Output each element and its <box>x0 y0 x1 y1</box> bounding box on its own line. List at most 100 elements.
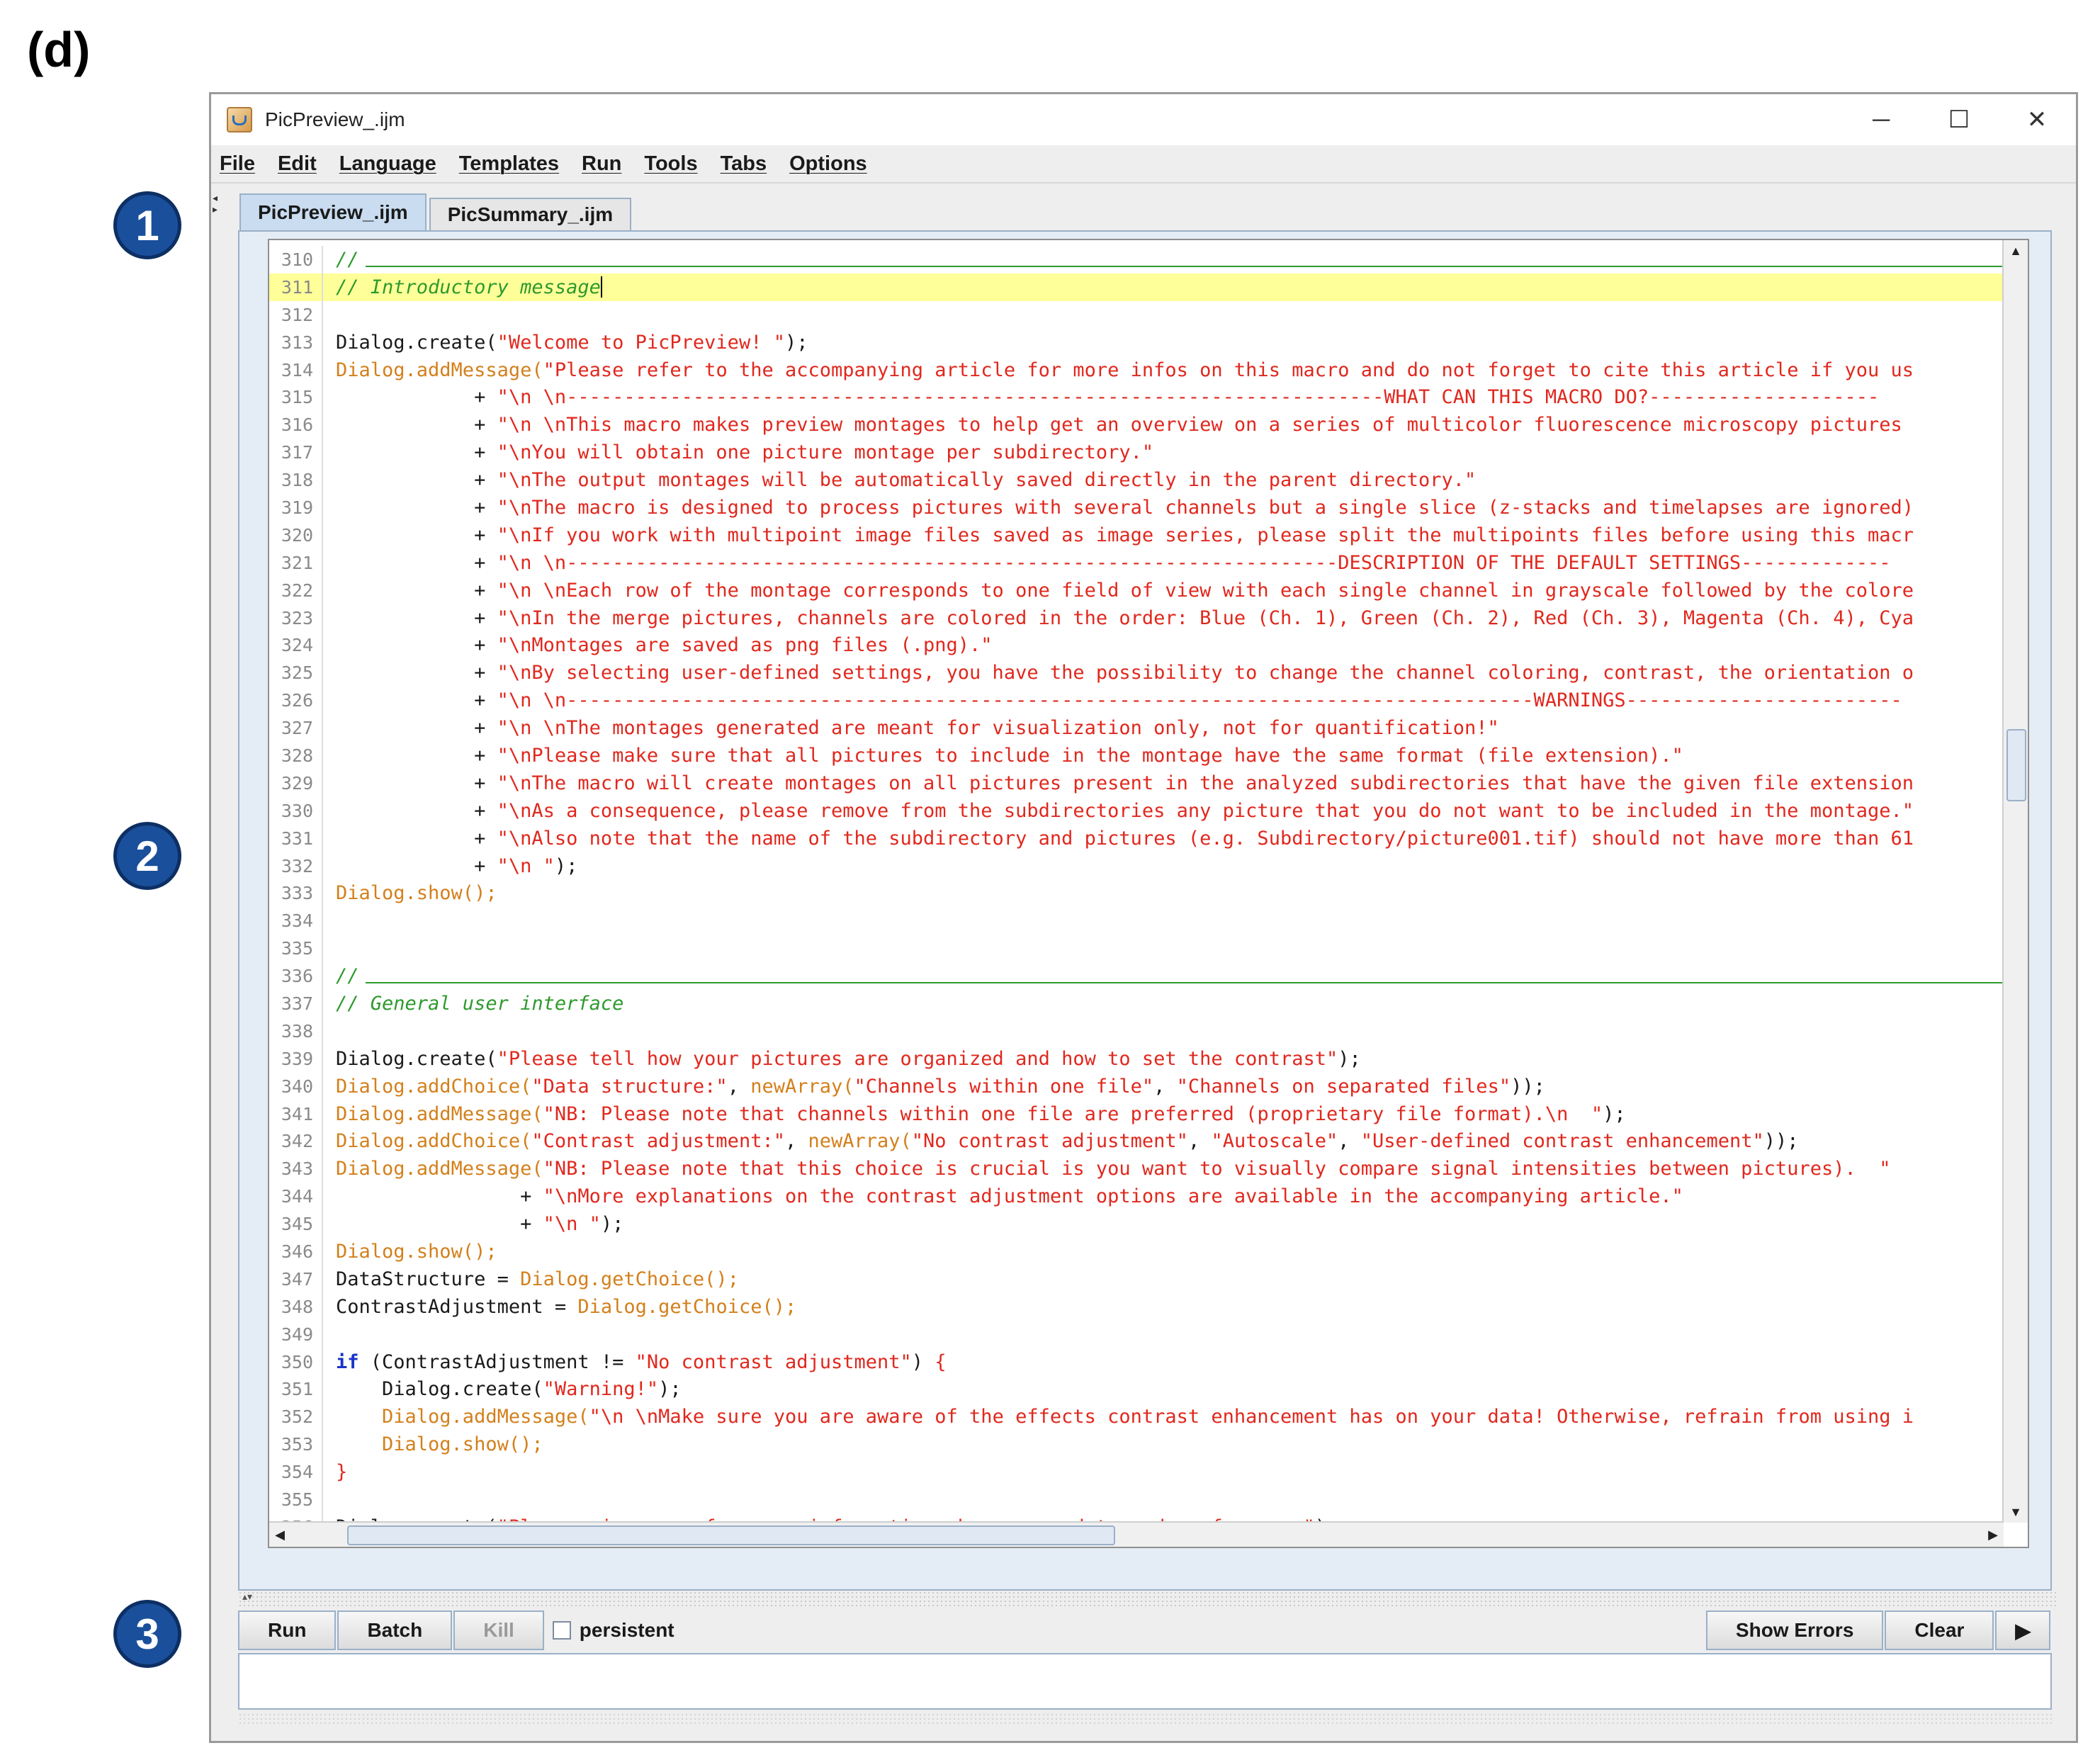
code-text: Dialog.addMessage("\n \nMake sure you ar… <box>323 1403 2002 1431</box>
title-bar[interactable]: PicPreview_.ijm ─ ☐ ✕ <box>211 94 2076 145</box>
line-number: 340 <box>269 1072 323 1100</box>
scroll-up-icon[interactable]: ▲ <box>2004 240 2028 261</box>
vertical-scrollbar[interactable]: ▲ ▼ <box>2002 240 2028 1523</box>
menu-templates[interactable]: Templates <box>459 152 559 176</box>
code-line[interactable]: 331 + "\nAlso note that the name of the … <box>269 824 2002 852</box>
code-line[interactable]: 325 + "\nBy selecting user-defined setti… <box>269 659 2002 687</box>
code-line[interactable]: 350 if (ContrastAdjustment != "No contras… <box>269 1348 2002 1376</box>
horizontal-scrollbar[interactable]: ◀ ▶ <box>269 1521 2004 1547</box>
code-token: ); <box>600 1213 624 1236</box>
code-line[interactable]: 332 + "\n "); <box>269 852 2002 880</box>
code-line[interactable]: 337 // General user interface <box>269 990 2002 1017</box>
code-line[interactable]: 344 + "\nMore explanations on the contra… <box>269 1183 2002 1211</box>
line-number: 321 <box>269 548 323 577</box>
code-line[interactable]: 343 Dialog.addMessage("NB: Please note th… <box>269 1155 2002 1183</box>
close-button[interactable]: ✕ <box>1998 94 2076 145</box>
code-line-current[interactable]: 311 // Introductory message <box>269 273 2002 301</box>
code-line[interactable]: 316 + "\n \nThis macro makes preview mon… <box>269 411 2002 439</box>
menu-edit[interactable]: Edit <box>278 152 317 176</box>
code-line[interactable]: 319 + "\nThe macro is designed to proces… <box>269 494 2002 521</box>
code-line[interactable]: 346 Dialog.show(); <box>269 1238 2002 1265</box>
code-line[interactable]: 315 + "\n \n----------------------------… <box>269 383 2002 412</box>
code-line[interactable]: 327 + "\n \nThe montages generated are m… <box>269 714 2002 743</box>
menu-language[interactable]: Language <box>339 152 436 176</box>
output-console[interactable] <box>238 1653 2052 1710</box>
code-line[interactable]: 310 // <box>269 246 2002 273</box>
code-token: + <box>336 717 497 740</box>
code-line[interactable]: 324 + "\nMontages are saved as png files… <box>269 631 2002 660</box>
scroll-right-icon[interactable]: ▶ <box>1982 1523 2004 1547</box>
code-line[interactable]: 355 <box>269 1486 2002 1513</box>
code-line[interactable]: 320 + "\nIf you work with multipoint ima… <box>269 521 2002 549</box>
code-line[interactable]: 341 Dialog.addMessage("NB: Please note th… <box>269 1100 2002 1128</box>
code-line[interactable]: 318 + "\nThe output montages will be aut… <box>269 466 2002 495</box>
code-line[interactable]: 328 + "\nPlease make sure that all pictu… <box>269 742 2002 769</box>
menu-options[interactable]: Options <box>789 152 867 176</box>
code-editor[interactable]: 310// 311// Introductory message 312 313 Di… <box>268 239 2029 1548</box>
code-line[interactable]: 323 + "\nIn the merge pictures, channels… <box>269 604 2002 632</box>
code-line[interactable]: 335 <box>269 935 2002 963</box>
vertical-scroll-thumb[interactable] <box>2006 729 2026 801</box>
code-token: newArray( <box>750 1075 854 1098</box>
run-button[interactable]: Run <box>238 1610 337 1650</box>
line-number: 338 <box>269 1017 323 1045</box>
code-line[interactable]: 338 <box>269 1017 2002 1045</box>
code-line[interactable]: 340 Dialog.addChoice("Data structure:", n… <box>269 1072 2002 1100</box>
code-text: + "\nThe output montages will be automat… <box>323 466 2002 494</box>
batch-button[interactable]: Batch <box>337 1610 453 1650</box>
line-number: 353 <box>269 1431 323 1459</box>
code-line[interactable]: 345 + "\n "); <box>269 1210 2002 1239</box>
clear-button[interactable]: Clear <box>1885 1610 1994 1650</box>
code-line[interactable]: 354} <box>269 1458 2002 1487</box>
code-line[interactable]: 356Dialog.create("Please give us a few m… <box>269 1513 2002 1521</box>
code-line[interactable]: 314 Dialog.addMessage("Please refer to th… <box>269 356 2002 384</box>
code-text: + "\n \n--------------------------------… <box>323 549 2002 577</box>
menu-tools[interactable]: Tools <box>644 152 697 176</box>
code-token: "\nAs a consequence, please remove from … <box>497 799 1914 822</box>
kill-button[interactable]: Kill <box>453 1610 544 1650</box>
code-token: Dialog.show(); <box>336 1241 497 1263</box>
code-line[interactable]: 349 <box>269 1320 2002 1348</box>
code-line[interactable]: 329 + "\nThe macro will create montages … <box>269 769 2002 797</box>
side-collapse-arrows[interactable]: ◂ ▸ <box>213 192 222 215</box>
scroll-down-icon[interactable]: ▼ <box>2004 1501 2028 1523</box>
show-errors-button[interactable]: Show Errors <box>1705 1610 1884 1650</box>
code-token: "Welcome to PicPreview! " <box>497 331 785 354</box>
code-text: Dialog.addMessage("NB: Please note that … <box>323 1155 2002 1183</box>
scroll-left-icon[interactable]: ◀ <box>269 1523 290 1547</box>
menu-tabs[interactable]: Tabs <box>721 152 767 176</box>
code-line[interactable]: 313 Dialog.create("Welcome to PicPreview!… <box>269 328 2002 356</box>
more-arrow-icon[interactable]: ▶ <box>1995 1610 2050 1650</box>
code-line[interactable]: 322 + "\n \nEach row of the montage corr… <box>269 576 2002 604</box>
code-line[interactable]: 333 Dialog.show(); <box>269 879 2002 908</box>
code-text: + "\n \nThis macro makes preview montage… <box>323 411 2002 439</box>
menu-run[interactable]: Run <box>582 152 621 176</box>
persistent-toggle[interactable]: persistent <box>552 1610 674 1650</box>
tab-picpreview[interactable]: PicPreview_.ijm <box>239 193 427 230</box>
code-line[interactable]: 317 + "\nYou will obtain one picture mon… <box>269 439 2002 467</box>
tab-picsummary[interactable]: PicSummary_.ijm <box>429 198 632 230</box>
code-line[interactable]: 342 Dialog.addChoice("Contrast adjustment… <box>269 1127 2002 1156</box>
horizontal-scroll-thumb[interactable] <box>347 1525 1115 1545</box>
code-line[interactable]: 312 <box>269 300 2002 329</box>
code-line[interactable]: 351 Dialog.create("Warning!"); <box>269 1375 2002 1404</box>
pane-splitter[interactable]: ▴▾ <box>238 1591 2056 1609</box>
code-line[interactable]: 353 Dialog.show(); <box>269 1431 2002 1459</box>
code-token: // General user interface <box>336 992 624 1015</box>
code-line[interactable]: 336 // <box>269 962 2002 991</box>
line-number: 323 <box>269 604 323 632</box>
maximize-button[interactable]: ☐ <box>1920 94 1998 145</box>
code-token: "\nYou will obtain one picture montage p… <box>497 441 1154 464</box>
code-area[interactable]: 310// 311// Introductory message 312 313 Di… <box>269 246 2002 1521</box>
code-line[interactable]: 326 + "\n \n----------------------------… <box>269 687 2002 715</box>
code-line[interactable]: 321 + "\n \n----------------------------… <box>269 548 2002 577</box>
code-line[interactable]: 347 DataStructure = Dialog.getChoice(); <box>269 1265 2002 1293</box>
persistent-checkbox[interactable] <box>552 1621 571 1640</box>
code-line[interactable]: 330 + "\nAs a consequence, please remove… <box>269 796 2002 825</box>
code-line[interactable]: 334 <box>269 907 2002 935</box>
menu-file[interactable]: File <box>220 152 255 176</box>
code-line[interactable]: 339 Dialog.create("Please tell how your p… <box>269 1044 2002 1073</box>
code-line[interactable]: 352 Dialog.addMessage("\n \nMake sure yo… <box>269 1403 2002 1431</box>
minimize-button[interactable]: ─ <box>1842 94 1920 145</box>
code-line[interactable]: 348 ContrastAdjustment = Dialog.getChoice… <box>269 1292 2002 1321</box>
